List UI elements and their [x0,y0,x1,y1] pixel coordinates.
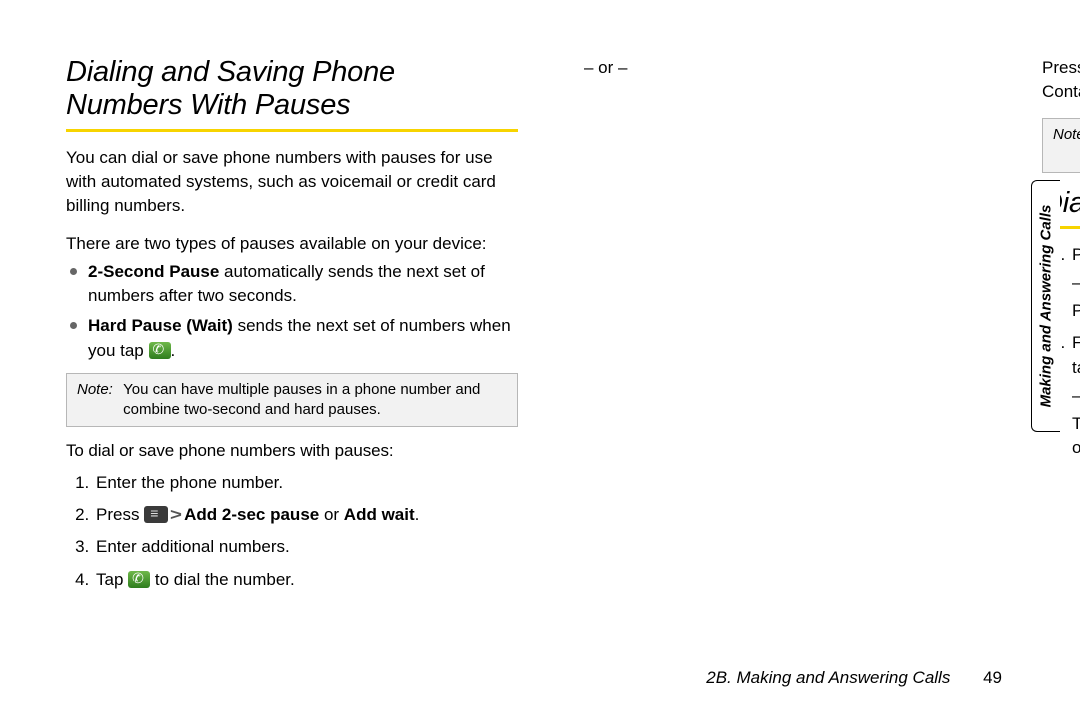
step-2-or: or [319,505,344,524]
step-2-bold2: Add wait [344,505,415,524]
step-4a: Tap [96,570,128,589]
page-number: 49 [983,668,1002,687]
c1c-a: Press [1072,301,1080,320]
c1-a: Press [1072,245,1080,264]
section-rule [66,129,518,132]
bullet-hard-pause: Hard Pause (Wait) sends the next set of … [84,314,518,362]
note-label: Note: [77,380,119,400]
step-2b: . [415,505,420,524]
step-2a: Press [96,505,144,524]
footer: 2B. Making and Answering Calls 49 [706,668,1002,688]
side-tab: Making and Answering Calls [1031,180,1060,432]
continuation-add-contacts: Press >Add to contacts to save the numbe… [1042,56,1080,104]
types-intro: There are two types of pauses available … [66,232,518,256]
or-text-2: – or – [1072,271,1080,295]
cont-a: Press [1042,58,1080,77]
call-icon [149,342,171,359]
bullet-hard-label: Hard Pause (Wait) [88,316,233,335]
c2-alt: Touch and hold the contact. When a conte… [1072,412,1080,460]
side-tab-label: Making and Answering Calls [1038,205,1055,408]
step-2: Press >Add 2-sec pause or Add wait. [94,503,518,527]
or-text-3: – or – [1072,384,1080,408]
step-2-bold1: Add 2-sec pause [184,505,319,524]
step-4b: to dial the number. [150,570,295,589]
contacts-step-1: Press >>Contacts. – or – Press >>Contact… [1070,243,1080,323]
contacts-step-2: Find a contact to call and tap it to ope… [1070,331,1080,460]
c2-a: Find a contact to call and tap it to ope… [1072,333,1080,376]
bullet-hard-text-b: . [171,341,176,360]
step-1: Enter the phone number. [94,471,518,495]
intro-text: You can dial or save phone numbers with … [66,146,518,218]
or-text: – or – [584,56,1006,80]
bullet-2sec-label: 2-Second Pause [88,262,219,281]
c2c-a: Touch and hold the contact. When a conte… [1072,414,1080,457]
heading-dialing-pauses: Dialing and Saving Phone Numbers With Pa… [66,56,518,123]
note-text: You can have multiple pauses in a phone … [123,380,505,421]
call-icon [128,571,150,588]
c1-alt: Press >>Contacts. [1072,299,1080,323]
step-3: Enter additional numbers. [94,535,518,559]
note-box-wait: Note: When dialing a number with a hard … [1042,118,1080,173]
bullet-2sec-pause: 2-Second Pause automatically sends the n… [84,260,518,308]
menu-icon [144,506,168,523]
gt-icon: > [170,503,182,527]
footer-section: 2B. Making and Answering Calls [706,668,950,687]
lead-steps: To dial or save phone numbers with pause… [66,441,518,461]
note-label-2: Note: [1053,125,1080,145]
note-box-pauses: Note: You can have multiple pauses in a … [66,373,518,428]
